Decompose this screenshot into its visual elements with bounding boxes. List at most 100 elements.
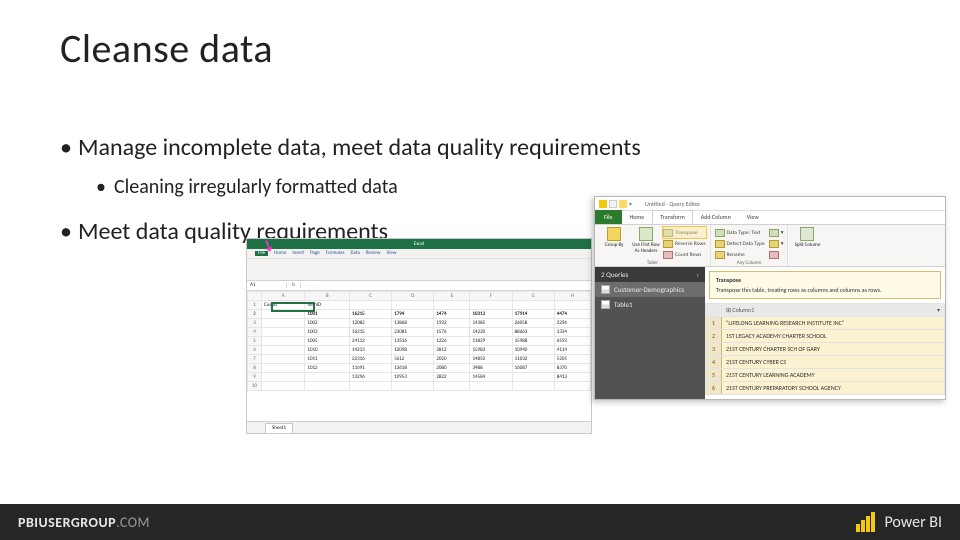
- excel-cell[interactable]: [262, 319, 305, 328]
- use-first-row-button[interactable]: Use First Row As Headers: [631, 227, 661, 260]
- pq-tab-home[interactable]: Home: [622, 210, 653, 224]
- excel-cell[interactable]: 9: [248, 373, 262, 382]
- excel-cell[interactable]: 13618: [392, 364, 434, 373]
- excel-cell[interactable]: 12082: [350, 319, 392, 328]
- excel-cell[interactable]: [305, 373, 350, 382]
- excel-cell[interactable]: 10: [248, 382, 262, 391]
- pq-quicklaunch[interactable]: ▾: [599, 200, 637, 208]
- excel-cell[interactable]: [392, 382, 434, 391]
- pq-tab-file[interactable]: File: [595, 210, 622, 224]
- excel-cell[interactable]: ItemID: [305, 301, 350, 310]
- replace-button[interactable]: ▾: [769, 227, 784, 238]
- excel-col-B[interactable]: B: [305, 292, 350, 301]
- pq-ribbon[interactable]: Group By Use First Row As Headers Transp…: [595, 225, 945, 267]
- excel-col-H[interactable]: H: [554, 292, 590, 301]
- excel-cell[interactable]: 5: [248, 337, 262, 346]
- excel-cell[interactable]: 14220: [470, 328, 512, 337]
- excel-cell[interactable]: 22316: [350, 355, 392, 364]
- excel-cell[interactable]: [434, 382, 470, 391]
- excel-cell[interactable]: 26058: [512, 319, 554, 328]
- excel-cell[interactable]: 17914: [512, 310, 554, 319]
- excel-cell[interactable]: 12098: [392, 346, 434, 355]
- excel-cell[interactable]: 1010: [305, 346, 350, 355]
- pq-cell[interactable]: 21ST CENTURY LEARNING ACADEMY: [722, 369, 945, 382]
- pq-row-index[interactable]: 2: [706, 330, 722, 343]
- excel-cell[interactable]: [262, 310, 305, 319]
- excel-cell[interactable]: 2080: [434, 364, 470, 373]
- pq-row-index[interactable]: 5: [706, 369, 722, 382]
- excel-cell[interactable]: [262, 328, 305, 337]
- excel-cell[interactable]: 2020: [434, 355, 470, 364]
- excel-col-F[interactable]: F: [470, 292, 512, 301]
- excel-cell[interactable]: 15983: [470, 346, 512, 355]
- pq-row-index-header[interactable]: [706, 304, 722, 317]
- excel-cell[interactable]: 8413: [554, 373, 590, 382]
- excel-cell[interactable]: [470, 382, 512, 391]
- excel-col-C[interactable]: C: [350, 292, 392, 301]
- excel-cell[interactable]: 11691: [350, 364, 392, 373]
- excel-cell[interactable]: 4: [248, 328, 262, 337]
- excel-col-D[interactable]: D: [392, 292, 434, 301]
- count-rows-button[interactable]: Count Rows: [663, 249, 706, 260]
- pq-cell[interactable]: 21ST CENTURY PREPARATORY SCHOOL AGENCY: [722, 382, 945, 395]
- excel-cell[interactable]: 6593: [554, 337, 590, 346]
- excel-cell[interactable]: [554, 301, 590, 310]
- excel-tab-view[interactable]: View: [386, 251, 396, 256]
- pq-cell[interactable]: "LIFELONG LEARNING RESEARCH INSTITUTE IN…: [722, 317, 945, 330]
- excel-cell[interactable]: 1002: [305, 319, 350, 328]
- excel-cell[interactable]: 13296: [350, 373, 392, 382]
- excel-col-G[interactable]: G: [512, 292, 554, 301]
- excel-cell[interactable]: 23081: [392, 328, 434, 337]
- excel-tab-insert[interactable]: Insert: [292, 251, 304, 256]
- pq-cell[interactable]: 21ST CENTURY CYBER CS: [722, 356, 945, 369]
- excel-cell[interactable]: 4114: [554, 346, 590, 355]
- pq-column-header[interactable]: ⊞ Column1 ▾: [722, 304, 945, 317]
- reverse-rows-button[interactable]: Reverse Rows: [663, 238, 706, 249]
- excel-cell[interactable]: 3488: [470, 364, 512, 373]
- pq-tab-transform[interactable]: Transform: [652, 210, 693, 224]
- excel-cell[interactable]: [512, 301, 554, 310]
- excel-cell[interactable]: 6: [248, 346, 262, 355]
- excel-col-E[interactable]: E: [434, 292, 470, 301]
- excel-formula-bar[interactable]: A1 fx: [247, 281, 591, 291]
- excel-cell[interactable]: [262, 337, 305, 346]
- excel-cell[interactable]: [392, 301, 434, 310]
- excel-cell[interactable]: 14385: [470, 319, 512, 328]
- excel-cell[interactable]: [262, 355, 305, 364]
- pivot-button[interactable]: [769, 249, 784, 260]
- excel-tab-formulas[interactable]: Formulas: [326, 251, 345, 256]
- pq-ribbon-tabs[interactable]: File Home Transform Add Column View: [595, 211, 945, 225]
- group-by-button[interactable]: Group By: [599, 227, 629, 260]
- pq-query-item[interactable]: Customer-Demographics: [595, 282, 705, 297]
- chevron-down-icon[interactable]: ▾: [937, 306, 940, 314]
- excel-cell[interactable]: 88663: [512, 328, 554, 337]
- excel-sheet-tabs[interactable]: Sheet1: [247, 421, 591, 433]
- excel-cell[interactable]: [512, 382, 554, 391]
- excel-cell[interactable]: 10940: [512, 346, 554, 355]
- excel-cell[interactable]: 5205: [554, 355, 590, 364]
- split-column-button[interactable]: Split Column: [792, 227, 822, 248]
- pq-cell[interactable]: 21ST CENTURY CHARTER SCH OF GARY: [722, 343, 945, 356]
- pq-tab-view[interactable]: View: [739, 210, 767, 224]
- excel-cell[interactable]: 2822: [434, 373, 470, 382]
- smiley-icon[interactable]: [619, 200, 627, 208]
- pq-row-index[interactable]: 3: [706, 343, 722, 356]
- fill-button[interactable]: ▾: [769, 238, 784, 249]
- pq-row-index[interactable]: 6: [706, 382, 722, 395]
- excel-cell[interactable]: 2: [248, 310, 262, 319]
- excel-cell[interactable]: 3: [248, 319, 262, 328]
- excel-cell[interactable]: [512, 373, 554, 382]
- excel-cell[interactable]: 24112: [350, 337, 392, 346]
- excel-cell[interactable]: [434, 301, 470, 310]
- excel-cell[interactable]: 3334: [554, 328, 590, 337]
- excel-tab-page[interactable]: Page: [310, 251, 320, 256]
- detect-datatype-button[interactable]: Detect Data Type: [715, 238, 765, 249]
- excel-cell[interactable]: [470, 301, 512, 310]
- excel-cell[interactable]: 10953: [392, 373, 434, 382]
- excel-tab-data[interactable]: Data: [350, 251, 359, 256]
- excel-cell[interactable]: 10313: [470, 310, 512, 319]
- excel-cell[interactable]: [262, 373, 305, 382]
- excel-corner[interactable]: [248, 292, 262, 301]
- pq-query-item[interactable]: Table1: [595, 297, 705, 312]
- excel-cell[interactable]: 1005: [305, 337, 350, 346]
